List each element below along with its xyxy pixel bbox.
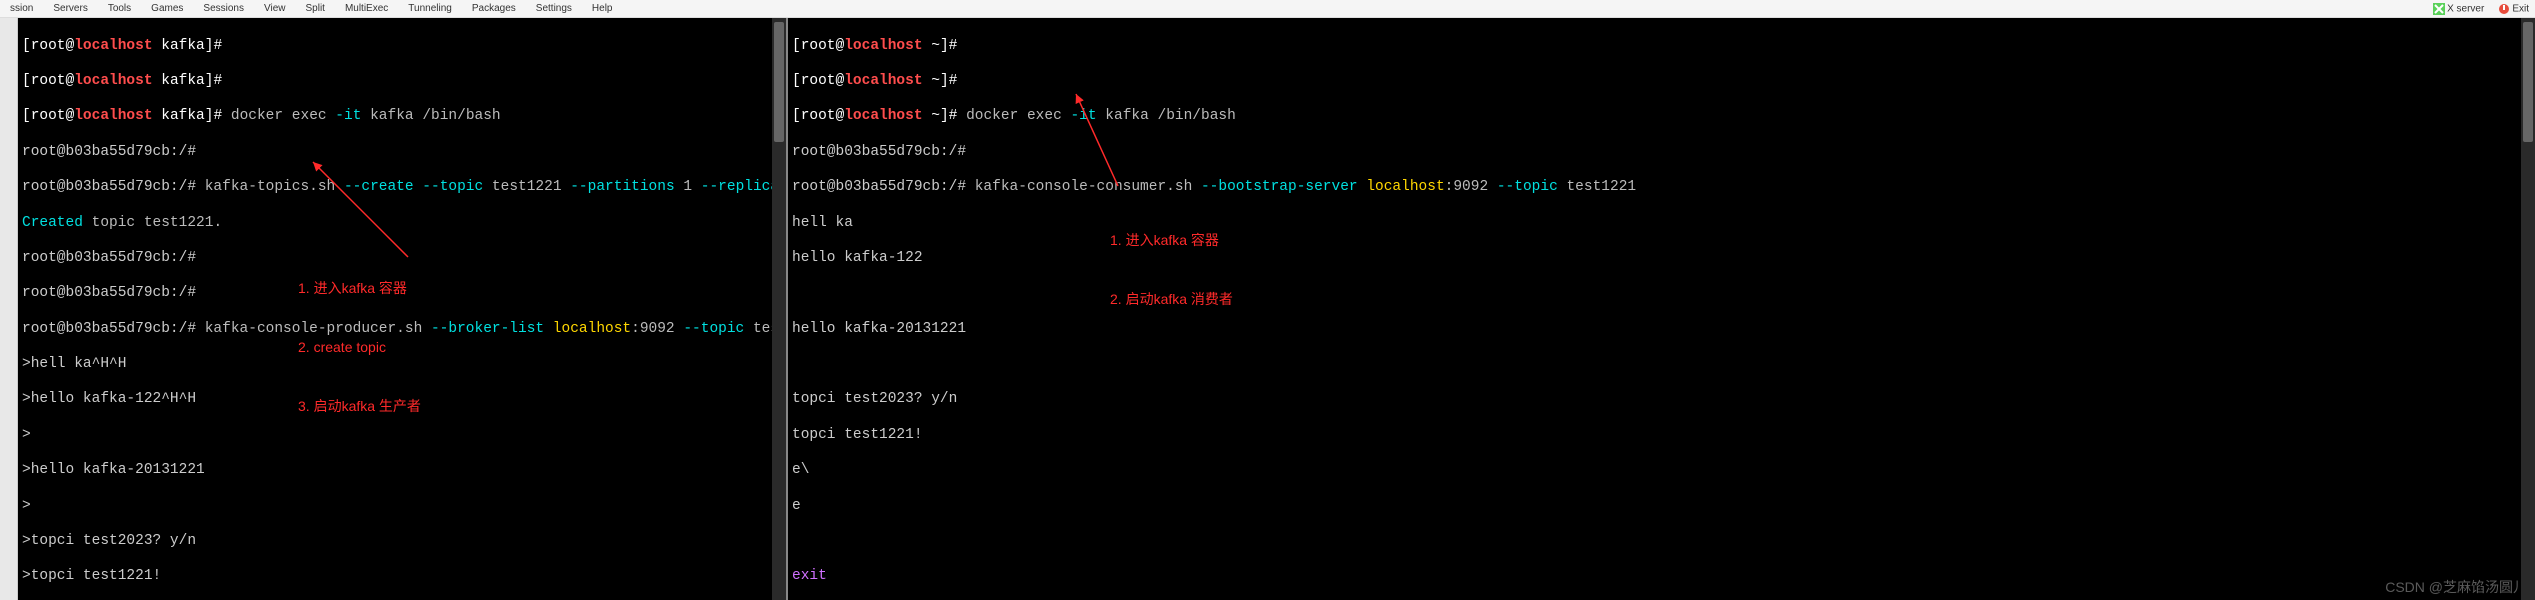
cmd-kafka-topics: root@b03ba55d79cb:/# kafka-topics.sh --c…: [22, 179, 782, 197]
exit-button[interactable]: Exit: [2498, 3, 2529, 15]
menu-servers[interactable]: Servers: [43, 3, 97, 14]
exit-icon: [2498, 3, 2510, 15]
output-created: Created topic test1221.: [22, 215, 782, 233]
consumer-line: e\: [792, 462, 2531, 480]
consumer-line: e: [792, 498, 2531, 516]
scrollbar[interactable]: [772, 18, 786, 600]
menu-multiexec[interactable]: MultiExec: [335, 3, 398, 14]
cmd-kafka-producer: root@b03ba55d79cb:/# kafka-console-produ…: [22, 321, 782, 339]
consumer-line: hello kafka-122: [792, 250, 2531, 268]
exit-label: Exit: [2512, 3, 2529, 14]
container-prompt: root@b03ba55d79cb:/#: [792, 144, 2531, 162]
prompt-line: [root@localhost ~]#: [792, 38, 2531, 56]
container-prompt: root@b03ba55d79cb:/#: [22, 250, 782, 268]
prompt-line: [root@localhost kafka]#: [22, 73, 782, 91]
container-prompt: root@b03ba55d79cb:/#: [22, 144, 782, 162]
xserver-button[interactable]: X server: [2433, 3, 2484, 15]
producer-line: >hello kafka-122^H^H: [22, 391, 782, 409]
left-sidebar: [0, 18, 18, 600]
producer-line: >hell ka^H^H: [22, 356, 782, 374]
menu-view[interactable]: View: [254, 3, 296, 14]
xserver-label: X server: [2447, 3, 2484, 14]
menubar: ssion Servers Tools Games Sessions View …: [0, 0, 2535, 18]
cmd-kafka-consumer: root@b03ba55d79cb:/# kafka-console-consu…: [792, 179, 2531, 197]
consumer-line: [792, 356, 2531, 374]
terminal-right[interactable]: [root@localhost ~]# [root@localhost ~]# …: [788, 18, 2535, 600]
menu-packages[interactable]: Packages: [462, 3, 526, 14]
menu-tunneling[interactable]: Tunneling: [398, 3, 462, 14]
consumer-line: hello kafka-20131221: [792, 321, 2531, 339]
menu-settings[interactable]: Settings: [526, 3, 582, 14]
producer-line: >topci test2023? y/n: [22, 533, 782, 551]
producer-line: >topci test1221!: [22, 568, 782, 586]
producer-line: >: [22, 427, 782, 445]
prompt-line: [root@localhost kafka]#: [22, 38, 782, 56]
x-icon: [2433, 3, 2445, 15]
annotation-text: 2. create topic: [298, 338, 421, 358]
menu-split[interactable]: Split: [295, 3, 334, 14]
terminal-left[interactable]: [root@localhost kafka]# [root@localhost …: [18, 18, 788, 600]
consumer-line: hell ka: [792, 215, 2531, 233]
consumer-line: [792, 285, 2531, 303]
cmd-docker-exec: [root@localhost kafka]# docker exec -it …: [22, 108, 782, 126]
scrollbar-thumb[interactable]: [774, 22, 784, 142]
consumer-line: topci test1221!: [792, 427, 2531, 445]
menu-tools[interactable]: Tools: [98, 3, 141, 14]
prompt-line: [root@localhost ~]#: [792, 73, 2531, 91]
consumer-exit: exit: [792, 568, 2531, 586]
consumer-line: [792, 533, 2531, 551]
container-prompt: root@b03ba55d79cb:/#: [22, 285, 782, 303]
menu-help[interactable]: Help: [582, 3, 623, 14]
menu-games[interactable]: Games: [141, 3, 193, 14]
menu-sessions[interactable]: Sessions: [193, 3, 254, 14]
annotation-text: 1. 进入kafka 容器: [1110, 231, 1233, 251]
producer-line: >hello kafka-20131221: [22, 462, 782, 480]
consumer-line: topci test2023? y/n: [792, 391, 2531, 409]
scrollbar[interactable]: [2521, 18, 2535, 600]
cmd-docker-exec: [root@localhost ~]# docker exec -it kafk…: [792, 108, 2531, 126]
annotation-left: 1. 进入kafka 容器 2. create topic 3. 启动kafka…: [298, 240, 421, 456]
producer-line: >: [22, 498, 782, 516]
scrollbar-thumb[interactable]: [2523, 22, 2533, 142]
menu-session[interactable]: ssion: [0, 3, 43, 14]
